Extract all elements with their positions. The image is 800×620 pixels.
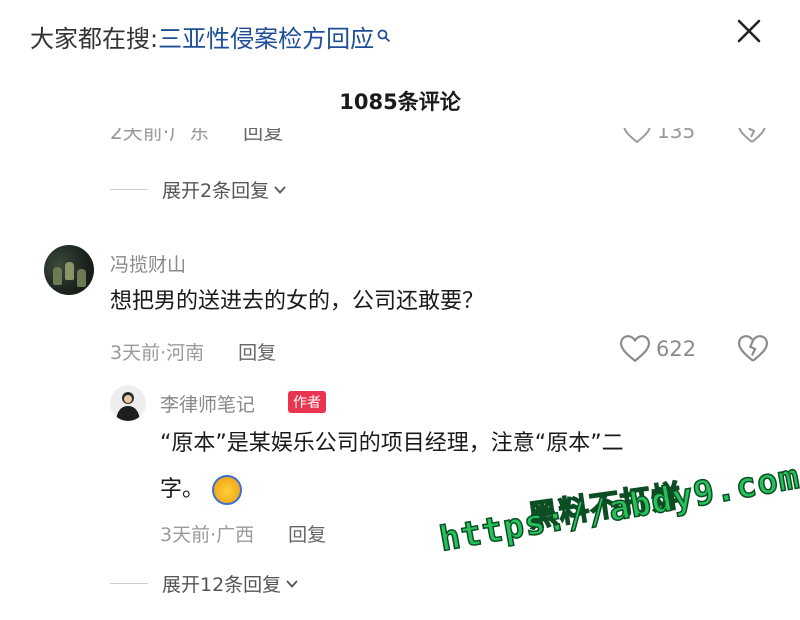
expand-replies-label: 展开12条回复 [162,574,282,596]
like-button[interactable]: 622 [620,335,696,363]
reply-username[interactable]: 李律师笔记 [160,390,255,417]
previous-comment-meta: 2天前·广东 [110,128,210,144]
previous-reply-button[interactable]: 回复 [243,128,283,145]
reply-text-line1: “原本”是某娱乐公司的项目经理，注意“原本”二 [160,431,624,456]
close-icon[interactable] [732,14,766,48]
expand-replies-button[interactable]: 展开12条回复 [110,570,299,597]
comment-text: 想把男的送进去的女的，公司还敢要？ [110,289,485,314]
avatar[interactable] [110,385,146,421]
chevron-down-icon [274,185,286,194]
heart-icon [620,335,650,363]
broken-heart-icon [737,335,769,362]
author-badge: 作者 [288,391,326,413]
trending-search-bar[interactable]: 大家都在搜: 三亚性侵案检方回应 [30,16,391,56]
avatar[interactable] [44,245,94,295]
previous-like-count: 135 [657,128,696,143]
like-count: 622 [656,337,697,361]
reply-text-line2: 字。 [160,470,243,510]
expand-replies-label: 展开2条回复 [162,180,270,202]
watermark-url: https://abdy9.com [436,456,800,560]
previous-dislike-button[interactable] [738,128,766,148]
search-icon[interactable] [377,21,391,43]
reply-meta-row: 3天前·广西 回复 [160,520,326,547]
previous-like-button[interactable]: 135 [623,128,695,144]
trending-search-prefix: 大家都在搜: [30,24,159,53]
comment-meta-row: 3天前·河南 回复 [110,338,276,365]
heart-icon [623,128,651,144]
broken-heart-icon [738,128,766,143]
chevron-down-icon [286,579,298,588]
comment-meta: 3天前·河南 [110,342,205,364]
expand-replies-button[interactable]: 展开2条回复 [110,176,287,203]
reply-text-line2-content: 字。 [160,477,205,502]
dislike-button[interactable] [737,335,769,367]
cry-laugh-emoji-icon [212,475,243,505]
previous-comment-meta-row: 2天前·广东 回复 135 [110,128,800,148]
reply-meta: 3天前·广西 [160,524,255,546]
reply-button[interactable]: 回复 [288,520,326,547]
reply-button[interactable]: 回复 [238,338,276,365]
comment-count-title: 1085条评论 [339,90,461,114]
divider-line [110,583,148,584]
divider-line [110,189,148,190]
comment-username[interactable]: 冯揽财山 [110,250,186,277]
trending-search-term[interactable]: 三亚性侵案检方回应 [158,19,374,54]
